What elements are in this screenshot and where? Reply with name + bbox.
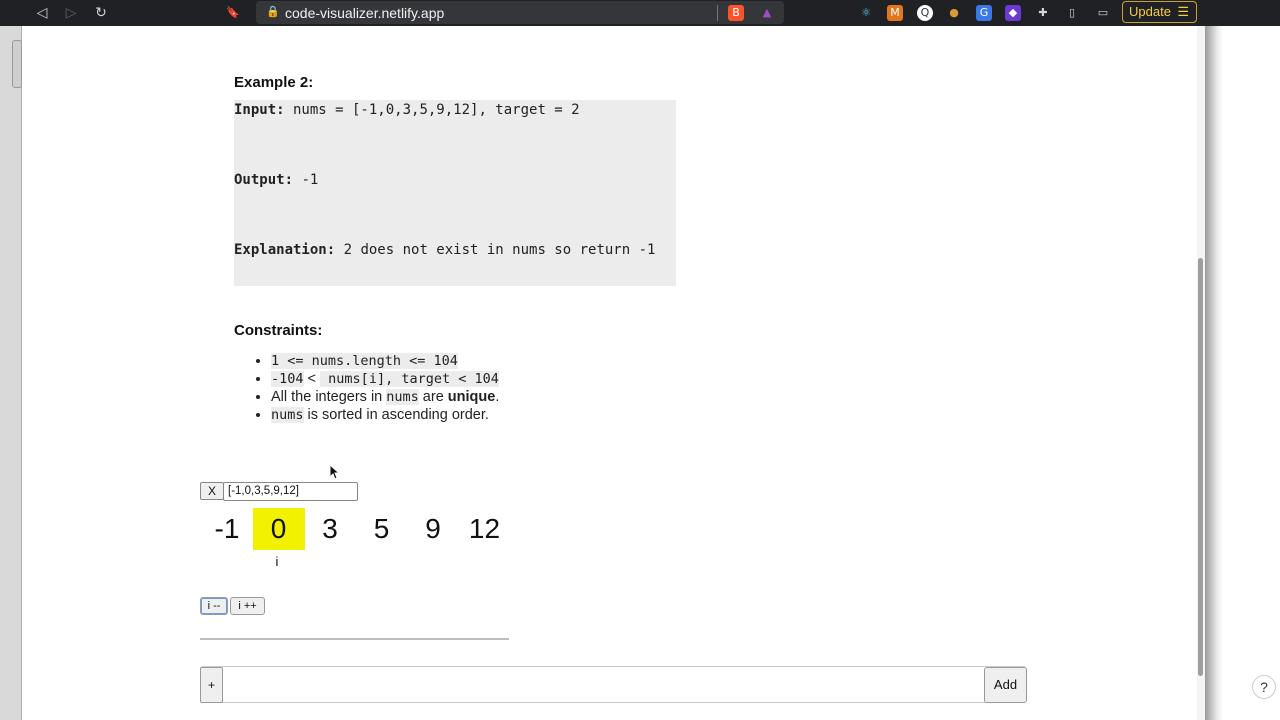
example-2-code-block: Input: nums = [-1,0,3,5,9,12], target = …	[234, 100, 676, 286]
constraint-text: is sorted in ascending order.	[303, 407, 489, 423]
sidebar-icon[interactable]: ▯	[1064, 5, 1080, 21]
left-panel-handle[interactable]	[12, 40, 22, 88]
constraint-bold: unique	[447, 389, 496, 405]
new-item-input[interactable]	[224, 667, 988, 704]
forward-icon[interactable]: ▷	[61, 3, 81, 23]
increment-i-button[interactable]: i ++	[230, 597, 265, 615]
explanation-value: 2 does not exist in nums so return -1	[335, 242, 656, 258]
index-pointer-label: i	[275, 554, 279, 569]
constraint-text: .	[495, 389, 500, 405]
back-icon[interactable]: ◁	[32, 3, 52, 23]
constraint-item: 1 <= nums.length <= 104	[271, 352, 499, 370]
metamask-icon[interactable]: M	[887, 5, 903, 21]
constraint-text: All the integers in	[271, 389, 387, 405]
cookie-icon[interactable]: ●	[946, 5, 962, 21]
scrollbar-thumb[interactable]	[1198, 258, 1203, 676]
constraint-code: -104	[271, 371, 304, 387]
constraint-code: 1 <= nums.length <= 104	[271, 353, 458, 369]
array-input[interactable]: [-1,0,3,5,9,12]	[223, 482, 358, 501]
example-2-heading: Example 2:	[234, 74, 314, 91]
reload-icon[interactable]: ↻	[91, 3, 111, 23]
explanation-label: Explanation:	[234, 242, 336, 258]
translate-icon[interactable]: G	[976, 5, 992, 21]
array-cell: 5	[373, 513, 390, 544]
react-devtools-icon[interactable]: ⚛	[858, 5, 874, 21]
constraints-heading: Constraints:	[234, 322, 323, 339]
remove-array-button[interactable]: X	[200, 482, 224, 500]
page-content: Example 2: Input: nums = [-1,0,3,5,9,12]…	[22, 26, 1197, 720]
menu-icon: ☰	[1177, 4, 1189, 19]
update-button[interactable]: Update ☰	[1122, 1, 1197, 23]
array-cell: 0	[252, 508, 305, 550]
constraint-code: nums	[386, 389, 419, 405]
input-line: Input: nums = [-1,0,3,5,9,12], target = …	[234, 102, 580, 118]
brave-rewards-icon[interactable]: ▲	[759, 5, 775, 21]
array-cell: -1	[214, 513, 240, 544]
plus-button[interactable]: +	[200, 667, 223, 703]
constraint-code: nums[i], target < 104	[320, 371, 499, 387]
output-label: Output:	[234, 172, 294, 188]
update-label: Update	[1129, 4, 1171, 19]
lock-icon: 🔒	[266, 5, 280, 18]
constraint-item: -104 < nums[i], target < 104	[271, 370, 499, 388]
address-divider	[717, 5, 718, 21]
constraint-text: are	[418, 389, 448, 405]
mouse-cursor-icon	[329, 464, 340, 480]
wallet-icon[interactable]: ▭	[1095, 5, 1111, 21]
section-divider	[200, 638, 509, 640]
output-value: -1	[293, 172, 319, 188]
url-text[interactable]: code-visualizer.netlify.app	[285, 5, 444, 21]
constraint-item: All the integers in nums are unique.	[271, 388, 499, 406]
input-value: nums = [-1,0,3,5,9,12], target = 2	[284, 102, 580, 118]
add-button[interactable]: Add	[984, 667, 1027, 703]
output-line: Output: -1	[234, 172, 318, 188]
extensions-puzzle-icon[interactable]: ✚	[1035, 5, 1051, 21]
browser-toolbar: ◁ ▷ ↻ 🔖 🔒 code-visualizer.netlify.app B …	[0, 0, 1280, 26]
left-window-edge	[0, 26, 22, 720]
purple-extension-icon[interactable]: ◆	[1005, 5, 1021, 21]
constraints-list: 1 <= nums.length <= 104 -104 < nums[i], …	[252, 352, 499, 424]
constraint-text: <	[303, 371, 321, 387]
address-bar[interactable]: 🔒 code-visualizer.netlify.app	[256, 1, 784, 24]
right-window-edge	[1205, 26, 1280, 720]
constraint-item: nums is sorted in ascending order.	[271, 406, 499, 424]
extension-q-icon[interactable]: Q	[917, 5, 933, 21]
array-cell: 3	[322, 513, 338, 544]
bookmark-icon[interactable]: 🔖	[223, 3, 243, 23]
array-cell: 12	[468, 513, 501, 544]
help-button[interactable]: ?	[1252, 675, 1276, 699]
input-label: Input:	[234, 102, 285, 118]
constraint-code: nums	[271, 407, 304, 423]
decrement-i-button[interactable]: i --	[200, 597, 228, 615]
array-cell: 9	[425, 513, 441, 544]
brave-shields-icon[interactable]: B	[728, 5, 744, 21]
explanation-line: Explanation: 2 does not exist in nums so…	[234, 242, 655, 258]
